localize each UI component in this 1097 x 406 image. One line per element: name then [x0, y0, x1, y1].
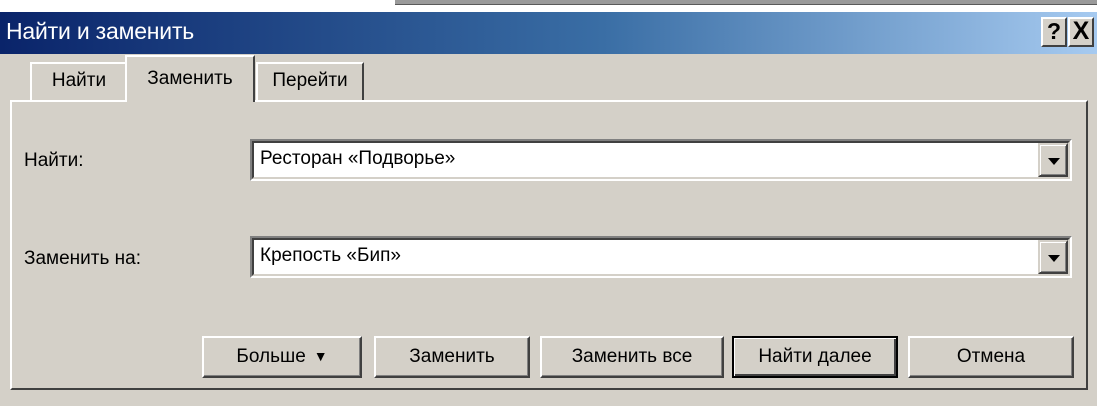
cancel-button[interactable]: Отмена — [908, 336, 1074, 378]
close-button[interactable]: X — [1068, 17, 1094, 47]
tab-replace[interactable]: Заменить — [125, 55, 255, 102]
replace-button[interactable]: Заменить — [374, 336, 530, 378]
replace-label: Заменить на: — [24, 248, 141, 269]
replace-all-button[interactable]: Заменить все — [540, 336, 724, 378]
double-chevron-down-icon: ▼ — [313, 348, 328, 364]
more-button-label: Больше — [236, 346, 306, 367]
tab-find[interactable]: Найти — [30, 62, 128, 100]
replace-dropdown-button[interactable] — [1038, 240, 1068, 274]
chevron-down-icon — [1048, 158, 1060, 165]
replace-input[interactable]: Крепость «Бип» — [260, 245, 401, 267]
more-button[interactable]: Больше ▼ — [202, 336, 362, 378]
chevron-down-icon — [1048, 255, 1060, 262]
title-bar[interactable]: Найти и заменить ? X — [0, 12, 1097, 54]
find-combobox[interactable]: Ресторан «Подворье» — [250, 139, 1072, 181]
tab-goto[interactable]: Перейти — [256, 62, 364, 100]
find-input[interactable]: Ресторан «Подворье» — [260, 148, 455, 170]
help-button[interactable]: ? — [1041, 17, 1067, 47]
window-title: Найти и заменить — [6, 18, 195, 44]
find-dropdown-button[interactable] — [1038, 143, 1068, 177]
background-window-edge — [395, 0, 1097, 5]
replace-combobox[interactable]: Крепость «Бип» — [250, 236, 1072, 278]
find-label: Найти: — [24, 150, 84, 171]
find-next-button[interactable]: Найти далее — [732, 336, 898, 378]
